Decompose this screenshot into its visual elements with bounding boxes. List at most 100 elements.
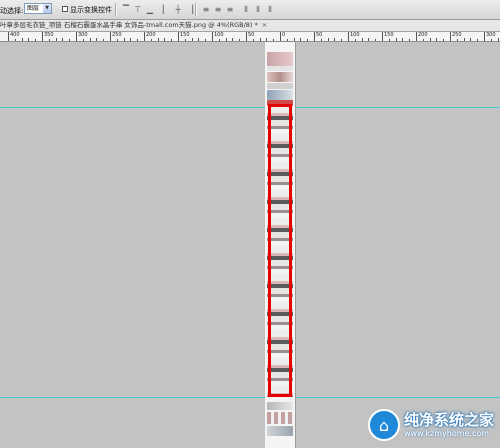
ruler-minor-tick [266, 38, 268, 41]
canvas-area[interactable]: ⌂ 纯净系统之家 www.kzmyhome.com [0, 42, 500, 448]
ruler-minor-tick [116, 39, 118, 41]
footer-thumbnail [267, 412, 293, 424]
ruler-label: 50 [316, 32, 323, 38]
show-transform-label: 显示变换控件 [70, 6, 112, 14]
red-selection-box [268, 104, 292, 397]
toolbar-separator [115, 3, 117, 16]
ruler-major-tick [8, 32, 9, 41]
distribute-tools: ≡ ≡ ≡ ⦀ ⦀ ⦀ [201, 4, 275, 15]
house-logo-icon: ⌂ [367, 409, 400, 441]
ruler-major-tick [144, 32, 145, 41]
ruler-minor-tick [422, 39, 424, 41]
ruler-minor-tick [497, 38, 499, 41]
ruler-minor-tick [62, 38, 64, 41]
ruler-minor-tick [130, 38, 132, 41]
horizontal-ruler[interactable]: 400 350 300 250 200 150 100 50 0 50 100 150 200 250 30… [0, 32, 500, 42]
ruler-minor-tick [307, 39, 309, 41]
align-left-icon[interactable]: ▏ [161, 4, 171, 15]
ruler-minor-tick [55, 38, 57, 41]
ruler-minor-tick [225, 38, 227, 41]
ruler-minor-tick [429, 38, 431, 41]
document-tab[interactable]: 叶章多层毛衣链_项链 石榴石霸蛋水晶手串 女饰品-tmall.com天猫.png… [0, 20, 500, 32]
distribute-top-icon[interactable]: ≡ [201, 4, 211, 15]
ruler-minor-tick [103, 39, 105, 41]
ruler-minor-tick [300, 38, 302, 41]
ruler-minor-tick [123, 38, 125, 41]
ruler-minor-tick [395, 38, 397, 41]
ruler-minor-tick [191, 38, 193, 41]
ruler-minor-tick [443, 39, 445, 41]
banner-thumbnail [267, 52, 293, 66]
ruler-major-tick [246, 32, 247, 41]
ruler-minor-tick [402, 38, 404, 41]
ruler-major-tick [76, 32, 77, 41]
horizontal-guide[interactable] [0, 107, 500, 108]
ruler-minor-tick [375, 39, 377, 41]
ruler-minor-tick [293, 38, 295, 41]
chevron-down-icon[interactable]: ▼ [43, 4, 51, 13]
ruler-label: 50 [248, 32, 255, 38]
ruler-minor-tick [171, 39, 173, 41]
ruler-minor-tick [259, 38, 261, 41]
distribute-bottom-icon[interactable]: ≡ [225, 4, 235, 15]
banner-thumbnail [267, 83, 293, 89]
ruler-minor-tick [273, 39, 275, 41]
ruler-minor-tick [82, 39, 84, 41]
align-top-icon[interactable]: ▔ [121, 4, 131, 15]
ruler-major-tick [484, 32, 485, 41]
horizontal-guide[interactable] [0, 397, 500, 398]
ruler-minor-tick [198, 38, 200, 41]
distribute-hcenter-icon[interactable]: ⦀ [253, 4, 263, 15]
distribute-right-icon[interactable]: ⦀ [265, 4, 275, 15]
ruler-major-tick [450, 32, 451, 41]
align-bottom-icon[interactable]: ▁ [145, 4, 155, 15]
ruler-minor-tick [341, 39, 343, 41]
distribute-vcenter-icon[interactable]: ≡ [213, 4, 223, 15]
ruler-minor-tick [205, 39, 207, 41]
auto-select-dropdown[interactable]: 图层 ▼ [24, 3, 52, 14]
align-tools: ▔ ⊤ ▁ ▏ ┼ ▕ [121, 4, 195, 15]
ruler-label: 200 [418, 32, 428, 38]
ruler-minor-tick [334, 38, 336, 41]
ruler-minor-tick [137, 39, 139, 41]
align-vcenter-icon[interactable]: ⊤ [133, 4, 143, 15]
ruler-label: 150 [384, 32, 394, 38]
ruler-minor-tick [89, 38, 91, 41]
ruler-minor-tick [490, 39, 492, 41]
ruler-minor-tick [184, 39, 186, 41]
ruler-minor-tick [354, 39, 356, 41]
show-transform-checkbox[interactable] [62, 6, 68, 12]
ruler-major-tick [314, 32, 315, 41]
ruler-minor-tick [470, 38, 472, 41]
ruler-minor-tick [436, 38, 438, 41]
ruler-label: 250 [112, 32, 122, 38]
watermark-title: 纯净系统之家 [403, 410, 494, 429]
ruler-minor-tick [388, 39, 390, 41]
ruler-minor-tick [477, 39, 479, 41]
ruler-minor-tick [232, 38, 234, 41]
ruler-minor-tick [150, 39, 152, 41]
ruler-minor-tick [48, 39, 50, 41]
ruler-major-tick [348, 32, 349, 41]
ruler-minor-tick [157, 38, 159, 41]
distribute-left-icon[interactable]: ⦀ [241, 4, 251, 15]
ruler-minor-tick [28, 38, 30, 41]
ruler-major-tick [178, 32, 179, 41]
options-bar: 动选择: 图层 ▼ 显示变换控件 ▔ ⊤ ▁ ▏ ┼ ▕ ≡ ≡ ≡ ⦀ ⦀ ⦀ [0, 0, 500, 20]
toolbar-separator [195, 3, 197, 16]
ruler-label: 0 [282, 32, 286, 38]
document-title: 叶章多层毛衣链_项链 石榴石霸蛋水晶手串 女饰品-tmall.com天猫.png… [0, 21, 258, 29]
ruler-label: 100 [214, 32, 224, 38]
ruler-minor-tick [14, 39, 16, 41]
align-right-icon[interactable]: ▕ [185, 4, 195, 15]
watermark-url: www.kzmyhome.com [403, 428, 490, 438]
banner-thumbnail [267, 90, 293, 100]
ruler-label: 300 [486, 32, 496, 38]
ruler-major-tick [416, 32, 417, 41]
align-hcenter-icon[interactable]: ┼ [173, 4, 183, 15]
ruler-major-tick [382, 32, 383, 41]
watermark: ⌂ 纯净系统之家 www.kzmyhome.com [367, 406, 494, 444]
ruler-label: 350 [44, 32, 54, 38]
ruler-minor-tick [239, 39, 241, 41]
close-icon[interactable]: × [262, 21, 267, 29]
